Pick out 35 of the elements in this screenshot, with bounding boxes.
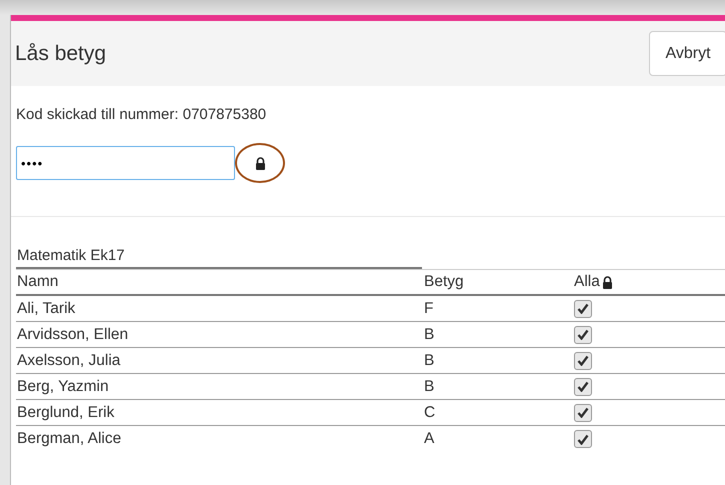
table-cell-text: A (424, 430, 436, 448)
checkbox[interactable] (574, 430, 592, 448)
check-icon (577, 407, 589, 418)
table-cell-text: Arvidsson, Ellen (17, 326, 130, 344)
table-cell-text: B (424, 378, 436, 396)
check-icon (577, 303, 589, 314)
check-icon (577, 381, 589, 392)
checkbox[interactable] (574, 404, 592, 422)
lock-icon (254, 156, 266, 170)
dialog-title: Lås betyg (15, 42, 106, 66)
table-cell-text: Bergman, Alice (17, 430, 122, 448)
table-cell-text: F (424, 300, 434, 318)
column-header: Betyg (424, 273, 465, 291)
checkbox[interactable] (574, 378, 592, 396)
cancel-button[interactable]: Avbryt (649, 31, 725, 76)
table-cell-text: Ali, Tarik (17, 300, 76, 318)
check-icon (577, 355, 589, 366)
checkbox[interactable] (574, 326, 592, 344)
table-cell-text: Berglund, Erik (17, 404, 116, 422)
column-header: Namn (17, 273, 60, 291)
lock-button[interactable] (235, 143, 285, 183)
check-icon (577, 329, 589, 340)
table-cell-text: Berg, Yazmin (17, 378, 110, 396)
table-cell-text: B (424, 326, 436, 344)
checkbox[interactable] (574, 300, 592, 318)
check-icon (577, 434, 589, 444)
lock-icon (602, 276, 613, 288)
column-header: Alla (574, 273, 600, 291)
code-field[interactable]: •••• (16, 146, 235, 180)
table-cell-text: C (424, 404, 436, 422)
table-cell-text: Axelsson, Julia (17, 352, 122, 370)
table-cell-text: B (424, 352, 436, 370)
checkbox[interactable] (574, 352, 592, 370)
table-caption: Matematik Ek17 (16, 247, 422, 269)
code-message: Kod skickad till nummer: 0707875380 (16, 106, 268, 123)
